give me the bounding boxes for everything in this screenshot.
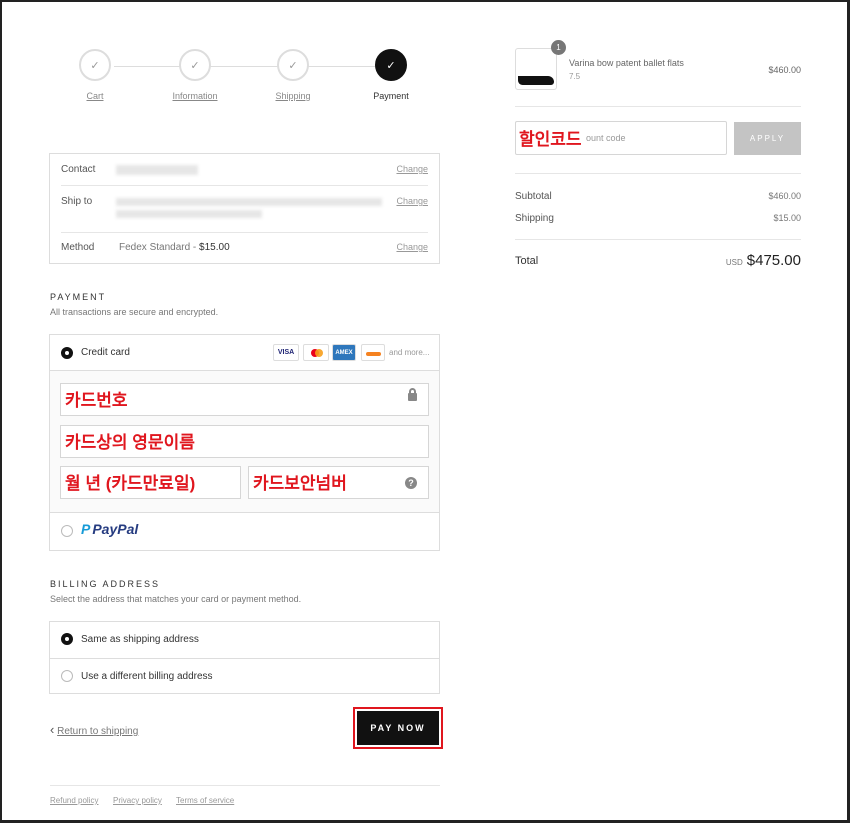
shipto-label: Ship to bbox=[61, 196, 93, 207]
shipping-label: Shipping bbox=[515, 213, 554, 224]
chevron-left-icon: ‹ bbox=[50, 722, 55, 737]
discount-code-input[interactable]: ount code 할인코드 bbox=[515, 121, 727, 155]
divider bbox=[61, 232, 428, 233]
step-label: Information bbox=[172, 91, 218, 101]
discount-placeholder: ount code bbox=[586, 133, 626, 143]
change-shipto-link[interactable]: Change bbox=[396, 196, 428, 206]
credit-card-label: Credit card bbox=[81, 347, 130, 358]
step-cart[interactable]: ✓ Cart bbox=[60, 49, 130, 101]
total-amount: USD $475.00 bbox=[726, 252, 801, 270]
billing-different-label: Use a different billing address bbox=[81, 671, 213, 682]
product-name: Varina bow patent ballet flats bbox=[569, 58, 684, 68]
amex-icon: AMEX bbox=[332, 344, 356, 361]
billing-same-radio[interactable] bbox=[61, 633, 73, 645]
step-shipping[interactable]: ✓ Shipping bbox=[258, 49, 328, 101]
visa-icon: VISA bbox=[273, 344, 299, 361]
step-payment: ✓ Payment bbox=[356, 49, 426, 101]
shipping-value: $15.00 bbox=[773, 213, 801, 223]
discover-icon bbox=[361, 344, 385, 361]
pay-now-button[interactable]: PAY NOW bbox=[357, 711, 439, 745]
paypal-logo: P PayPal bbox=[81, 521, 139, 537]
footer-divider bbox=[50, 785, 440, 786]
check-icon: ✓ bbox=[277, 49, 309, 81]
divider bbox=[61, 185, 428, 186]
check-icon: ✓ bbox=[179, 49, 211, 81]
method-label: Method bbox=[61, 242, 95, 253]
billing-heading: BILLING ADDRESS bbox=[50, 579, 161, 589]
billing-options: Same as shipping address Use a different… bbox=[49, 621, 440, 694]
contact-label: Contact bbox=[61, 164, 96, 175]
checkout-steps: ✓ Cart ✓ Information ✓ Shipping ✓ Paymen… bbox=[70, 49, 430, 109]
cvv-overlay: 카드보안넘버 bbox=[253, 474, 347, 493]
quantity-badge: 1 bbox=[551, 40, 566, 55]
change-method-link[interactable]: Change bbox=[396, 242, 428, 252]
card-fields: 카드번호 카드상의 영문이름 월 년 (카드만료일) 카드보안넘버 ? bbox=[50, 370, 439, 513]
lock-icon bbox=[408, 388, 417, 401]
expiry-input[interactable]: 월 년 (카드만료일) bbox=[60, 466, 241, 499]
return-to-shipping-link[interactable]: ‹ Return to shipping bbox=[50, 722, 138, 737]
paypal-p-icon: P bbox=[81, 521, 91, 537]
card-number-input[interactable]: 카드번호 bbox=[60, 383, 429, 416]
step-label: Cart bbox=[86, 91, 104, 101]
name-overlay: 카드상의 영문이름 bbox=[65, 433, 195, 452]
billing-subtitle: Select the address that matches your car… bbox=[50, 594, 302, 604]
divider bbox=[515, 239, 801, 240]
shoe-image bbox=[518, 76, 554, 85]
refund-policy-link[interactable]: Refund policy bbox=[50, 796, 98, 805]
billing-same-label: Same as shipping address bbox=[81, 634, 199, 645]
divider bbox=[515, 173, 801, 174]
payment-methods: Credit card VISA AMEX and more... 카드번호 카… bbox=[49, 334, 440, 551]
card-number-overlay: 카드번호 bbox=[65, 391, 128, 410]
step-label: Shipping bbox=[275, 91, 311, 101]
privacy-policy-link[interactable]: Privacy policy bbox=[113, 796, 162, 805]
divider bbox=[515, 106, 801, 107]
product-variant: 7.5 bbox=[569, 72, 581, 81]
step-label: Payment bbox=[373, 91, 409, 101]
terms-of-service-link[interactable]: Terms of service bbox=[176, 796, 234, 805]
help-icon[interactable]: ? bbox=[405, 477, 417, 489]
payment-subtitle: All transactions are secure and encrypte… bbox=[50, 307, 219, 317]
contact-redacted bbox=[116, 165, 198, 175]
mastercard-icon bbox=[303, 344, 329, 361]
paypal-radio[interactable] bbox=[61, 525, 73, 537]
checkout-summary: Contact Change Ship to Change Method Fed… bbox=[49, 153, 440, 264]
subtotal-label: Subtotal bbox=[515, 191, 552, 202]
steps-line bbox=[114, 66, 394, 67]
apply-button[interactable]: APPLY bbox=[734, 122, 801, 155]
product-price: $460.00 bbox=[768, 65, 801, 75]
check-icon: ✓ bbox=[79, 49, 111, 81]
name-on-card-input[interactable]: 카드상의 영문이름 bbox=[60, 425, 429, 458]
change-contact-link[interactable]: Change bbox=[396, 164, 428, 174]
check-icon: ✓ bbox=[375, 49, 407, 81]
billing-different-radio[interactable] bbox=[61, 670, 73, 682]
security-code-input[interactable]: 카드보안넘버 ? bbox=[248, 466, 429, 499]
return-label: Return to shipping bbox=[57, 726, 139, 737]
step-information[interactable]: ✓ Information bbox=[160, 49, 230, 101]
currency-code: USD bbox=[725, 258, 743, 267]
billing-different-option[interactable]: Use a different billing address bbox=[50, 659, 439, 695]
payment-heading: PAYMENT bbox=[50, 292, 107, 302]
address-redacted bbox=[116, 198, 382, 206]
credit-card-radio[interactable] bbox=[61, 347, 73, 359]
discount-overlay: 할인코드 bbox=[519, 130, 582, 149]
method-value: Fedex Standard - $15.00 bbox=[119, 242, 230, 253]
total-value: $475.00 bbox=[746, 252, 801, 269]
subtotal-value: $460.00 bbox=[768, 191, 801, 201]
billing-same-option[interactable]: Same as shipping address bbox=[50, 622, 439, 658]
and-more-text: and more... bbox=[389, 348, 430, 357]
address-redacted bbox=[116, 210, 262, 218]
total-label: Total bbox=[515, 255, 539, 267]
expiry-overlay: 월 년 (카드만료일) bbox=[65, 474, 196, 493]
